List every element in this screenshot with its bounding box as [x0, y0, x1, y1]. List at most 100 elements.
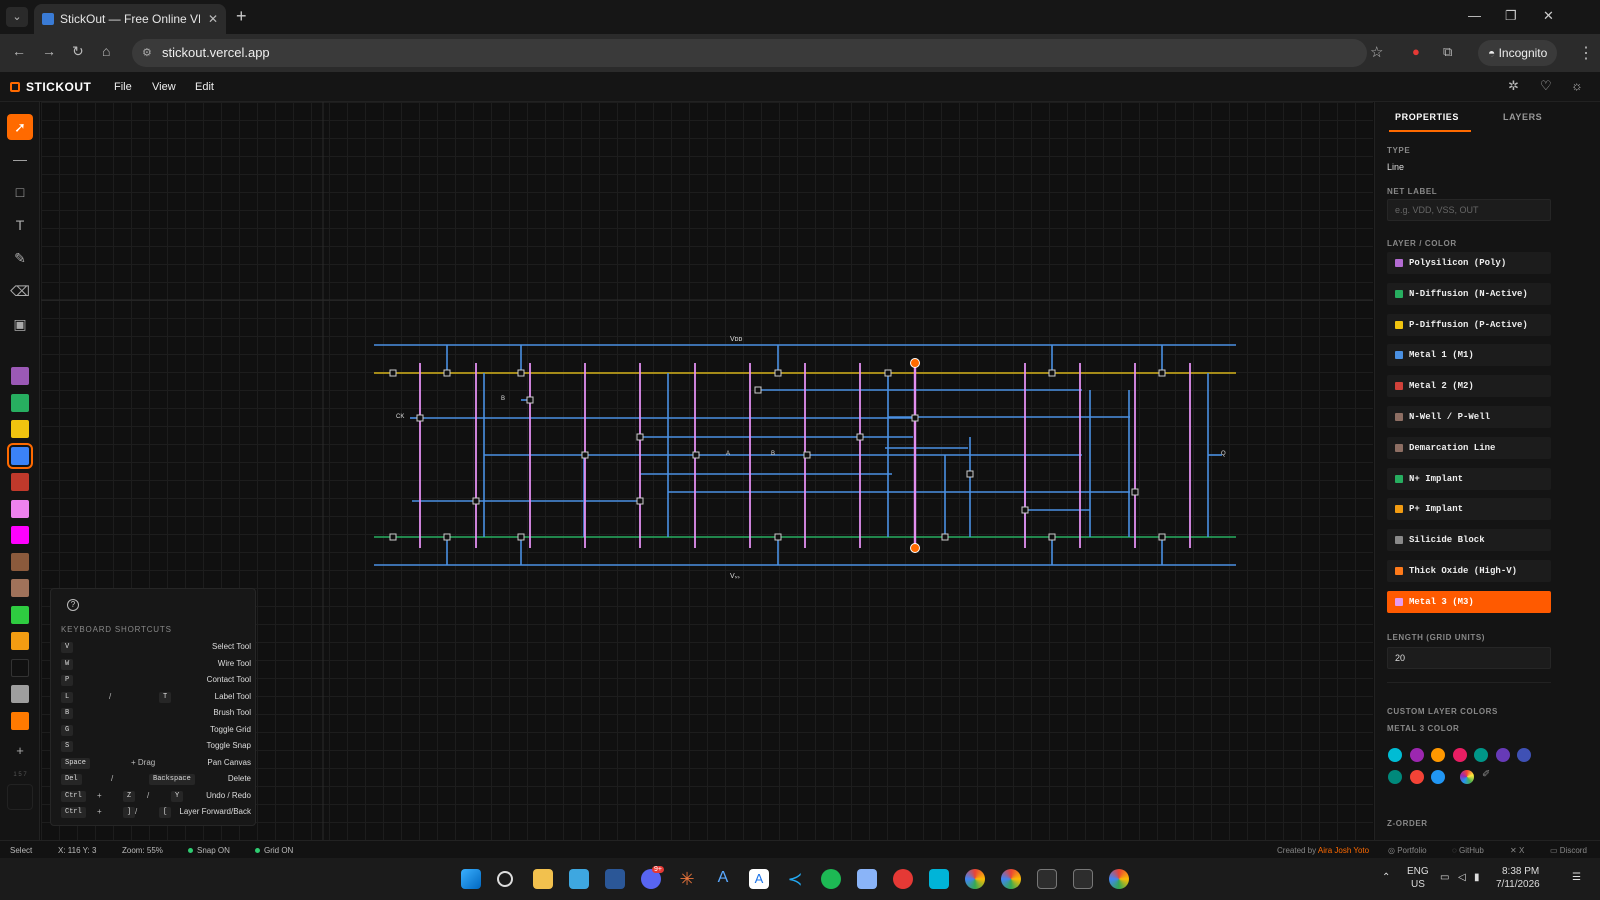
site-info-icon[interactable]: ⚙ — [142, 39, 152, 67]
credit-name[interactable]: Aira Josh Yoto — [1318, 846, 1369, 855]
region-indicator[interactable]: US — [1411, 879, 1425, 890]
contact[interactable] — [1048, 533, 1056, 541]
minimize-icon[interactable]: — — [1468, 8, 1481, 23]
layer-option[interactable]: N+ Implant — [1387, 467, 1551, 490]
restore-icon[interactable]: ❐ — [1505, 8, 1517, 24]
bookmark-star-icon[interactable]: ☆ — [1370, 43, 1383, 61]
chrome-icon-2[interactable] — [1001, 869, 1021, 889]
custom-color-option[interactable] — [1388, 748, 1402, 762]
clock-time[interactable]: 8:38 PM — [1502, 866, 1539, 877]
terminal-icon[interactable] — [1037, 869, 1057, 889]
text-tool-icon[interactable]: T — [7, 212, 33, 238]
contact[interactable] — [774, 533, 782, 541]
search-icon[interactable] — [497, 871, 513, 887]
custom-color-option[interactable] — [1409, 770, 1424, 784]
color-swatch[interactable] — [11, 711, 29, 730]
contact[interactable] — [526, 396, 534, 404]
contact[interactable] — [966, 470, 974, 478]
color-swatch[interactable] — [11, 658, 29, 677]
claude-icon[interactable]: ✳ — [677, 869, 697, 889]
layer-option[interactable]: Metal 3 (M3) — [1387, 590, 1551, 613]
menu-edit[interactable]: Edit — [195, 81, 214, 93]
contact[interactable] — [389, 369, 397, 377]
add-color-icon[interactable]: + — [7, 738, 33, 764]
custom-color-option[interactable] — [1517, 748, 1531, 762]
close-tab-icon[interactable]: ✕ — [208, 4, 218, 34]
new-tab-button[interactable]: + — [236, 6, 247, 27]
custom-color-option[interactable] — [1431, 748, 1445, 762]
discord-link[interactable]: ▭ Discord — [1550, 846, 1587, 855]
spotify-icon[interactable] — [821, 869, 841, 889]
contact[interactable] — [774, 369, 782, 377]
back-icon[interactable]: ← — [12, 43, 26, 59]
color-swatch[interactable] — [11, 579, 29, 597]
github-link[interactable]: ◌ GitHub — [1452, 846, 1484, 855]
color-swatch[interactable] — [7, 442, 33, 469]
app-icon-red[interactable] — [893, 869, 913, 889]
custom-color-option[interactable] — [1431, 770, 1445, 784]
windows-start-icon[interactable] — [461, 869, 481, 889]
contact[interactable] — [416, 414, 424, 422]
battery-icon[interactable]: ▮ — [1474, 872, 1480, 883]
layer-option[interactable]: Thick Oxide (High-V) — [1387, 560, 1551, 582]
contact[interactable] — [1158, 533, 1166, 541]
contact[interactable] — [443, 533, 451, 541]
notifications-icon[interactable]: ☰ — [1572, 872, 1581, 883]
extensions-puzzle-icon[interactable]: ⧉ — [1443, 44, 1452, 60]
x-link[interactable]: ✕ X — [1510, 846, 1524, 855]
word-icon[interactable] — [605, 869, 625, 889]
contact[interactable] — [911, 414, 919, 422]
net-label-input[interactable]: e.g. VDD, VSS, OUT — [1387, 199, 1551, 221]
appstore-icon[interactable]: A — [749, 869, 769, 889]
lang-indicator[interactable]: ENG — [1407, 866, 1429, 877]
forward-icon[interactable]: → — [42, 43, 56, 59]
contact[interactable] — [389, 533, 397, 541]
layer-option[interactable]: N-Well / P-Well — [1387, 406, 1551, 428]
wire-tool-icon[interactable]: — — [7, 146, 33, 172]
chrome-icon-3[interactable] — [1109, 869, 1129, 889]
length-input[interactable]: 20 — [1387, 647, 1551, 669]
contact[interactable] — [443, 369, 451, 377]
app-icon-cube[interactable] — [857, 869, 877, 889]
menu-file[interactable]: File — [114, 81, 132, 93]
contact[interactable] — [636, 433, 644, 441]
contact[interactable] — [1048, 369, 1056, 377]
color-swatch[interactable] — [11, 367, 29, 385]
custom-color-slot[interactable] — [7, 784, 33, 810]
contact[interactable] — [517, 369, 525, 377]
contact[interactable] — [1021, 506, 1029, 514]
clock-date[interactable]: 7/11/2026 — [1496, 879, 1540, 890]
custom-color-option[interactable] — [1409, 748, 1424, 762]
reload-icon[interactable]: ↻ — [72, 43, 84, 60]
custom-color-option[interactable] — [1495, 748, 1510, 762]
app-icon-cyan[interactable] — [929, 869, 949, 889]
color-wheel-icon[interactable] — [1460, 770, 1474, 784]
color-swatch[interactable] — [11, 605, 29, 624]
snap-toggle[interactable]: Snap ON — [188, 846, 230, 855]
layer-option[interactable]: Demarcation Line — [1387, 436, 1551, 459]
brush-tool-icon[interactable]: ✎ — [7, 245, 33, 271]
contact[interactable] — [856, 433, 864, 441]
network-icon[interactable]: ▭ — [1440, 872, 1449, 883]
contact[interactable] — [803, 451, 811, 459]
eraser-tool-icon[interactable]: ⌫ — [7, 278, 33, 304]
color-swatch[interactable] — [11, 526, 29, 544]
layer-option[interactable]: Silicide Block — [1387, 529, 1551, 552]
layer-option[interactable]: N-Diffusion (N-Active) — [1387, 282, 1551, 305]
color-swatch[interactable] — [11, 685, 29, 703]
contact[interactable] — [581, 451, 589, 459]
bug-report-icon[interactable]: ✲ — [1508, 78, 1519, 94]
selection-handle[interactable] — [910, 543, 920, 553]
contact[interactable] — [636, 497, 644, 505]
color-swatch[interactable] — [11, 393, 29, 412]
url-field[interactable]: ⚙ stickout.vercel.app — [132, 39, 1367, 67]
menu-view[interactable]: View — [152, 81, 176, 93]
browser-tab[interactable]: StickOut — Free Online VLSI St ✕ — [34, 4, 226, 34]
selection-handle[interactable] — [910, 358, 920, 368]
layer-option[interactable]: P+ Implant — [1387, 498, 1551, 521]
terminal-icon-2[interactable] — [1073, 869, 1093, 889]
contact[interactable] — [1158, 369, 1166, 377]
tab-layers[interactable]: LAYERS — [1503, 112, 1542, 122]
layer-option[interactable]: Metal 1 (M1) — [1387, 344, 1551, 367]
theme-toggle-icon[interactable]: ☼ — [1571, 78, 1583, 93]
